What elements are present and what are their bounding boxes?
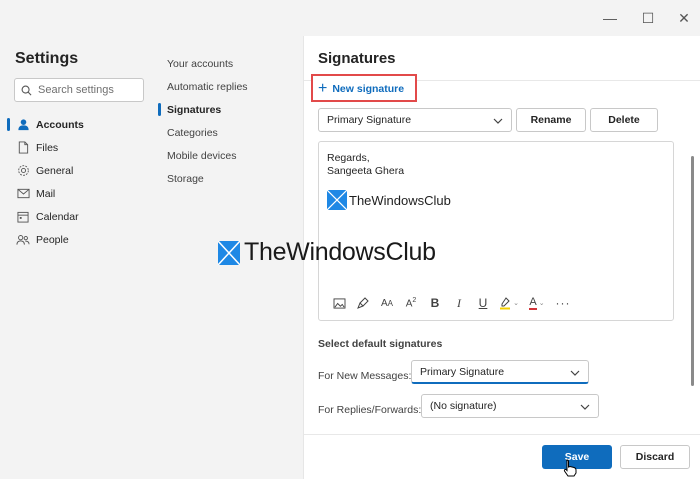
signature-select-value: Primary Signature xyxy=(327,114,412,126)
mail-icon xyxy=(16,187,30,201)
search-icon xyxy=(21,85,32,95)
nav-item-label: Mail xyxy=(36,187,56,200)
footer: Save Discard xyxy=(304,434,700,479)
file-icon xyxy=(16,141,30,155)
font-color-icon: A xyxy=(529,295,537,310)
subnav-categories[interactable]: Categories xyxy=(155,121,303,144)
bold-icon: B xyxy=(430,296,440,310)
nav-item-people[interactable]: People xyxy=(0,228,155,251)
signature-logo: TheWindowsClub xyxy=(327,190,451,210)
italic-button[interactable]: I xyxy=(447,292,471,314)
page-title: Signatures xyxy=(318,50,396,67)
formatting-toolbar: AA A2 B I U ⌄ A ⌄ ··· xyxy=(327,292,575,314)
italic-icon: I xyxy=(457,295,461,310)
highlight-button[interactable]: ⌄ xyxy=(495,292,523,314)
chevron-down-icon xyxy=(580,404,590,410)
bold-button[interactable]: B xyxy=(423,292,447,314)
signature-line-1: Regards, xyxy=(327,152,370,164)
subnav-signatures[interactable]: Signatures xyxy=(155,98,303,121)
windows-logo-icon xyxy=(327,190,347,210)
subnav-automatic-replies[interactable]: Automatic replies xyxy=(155,75,303,98)
cursor-hand-icon xyxy=(563,459,577,477)
plus-icon: + xyxy=(318,80,328,97)
nav-item-general[interactable]: General xyxy=(0,159,155,182)
rename-button[interactable]: Rename xyxy=(516,108,586,132)
replies-value: (No signature) xyxy=(430,400,497,412)
format-painter-button[interactable] xyxy=(351,292,375,314)
scrollbar[interactable] xyxy=(691,156,694,386)
signature-line-2: Sangeeta Ghera xyxy=(327,165,405,177)
logo-text: TheWindowsClub xyxy=(349,192,451,208)
nav-item-calendar[interactable]: Calendar xyxy=(0,205,155,228)
font-size-icon: AA xyxy=(380,297,393,309)
nav-item-label: Files xyxy=(36,141,59,154)
signature-editor[interactable]: Regards, Sangeeta Ghera TheWindowsClub A… xyxy=(318,141,674,321)
default-signatures-heading: Select default signatures xyxy=(318,338,443,350)
underline-icon: U xyxy=(478,296,488,310)
settings-nav: Accounts Files General Mail Calendar Peo… xyxy=(0,113,155,251)
gear-icon xyxy=(16,164,30,178)
new-messages-value: Primary Signature xyxy=(420,365,505,378)
nav-item-label: General xyxy=(36,164,74,177)
signatures-panel: Signatures + New signature Primary Signa… xyxy=(303,36,700,479)
chevron-down-icon xyxy=(570,370,580,376)
new-signature-label: New signature xyxy=(332,83,405,95)
delete-button[interactable]: Delete xyxy=(590,108,658,132)
new-signature-button[interactable]: + New signature xyxy=(318,80,405,97)
save-button[interactable]: Save xyxy=(542,445,612,469)
new-messages-select[interactable]: Primary Signature xyxy=(411,360,589,384)
minimize-button[interactable]: — xyxy=(600,8,620,28)
superscript-button[interactable]: A2 xyxy=(399,292,423,314)
chevron-down-icon: ⌄ xyxy=(513,300,519,307)
more-options-button[interactable]: ··· xyxy=(551,292,575,314)
font-size-button[interactable]: AA xyxy=(375,292,399,314)
accounts-subnav: Your accounts Automatic replies Signatur… xyxy=(155,36,303,479)
paintbrush-icon xyxy=(357,297,369,309)
nav-item-mail[interactable]: Mail xyxy=(0,182,155,205)
font-color-button[interactable]: A ⌄ xyxy=(523,292,551,314)
nav-item-files[interactable]: Files xyxy=(0,136,155,159)
replies-label: For Replies/Forwards: xyxy=(318,404,422,416)
search-input[interactable] xyxy=(38,84,138,96)
highlighter-icon xyxy=(500,296,511,309)
new-messages-label: For New Messages: xyxy=(318,370,412,382)
nav-item-label: People xyxy=(36,233,69,246)
settings-title: Settings xyxy=(15,50,79,67)
subnav-mobile-devices[interactable]: Mobile devices xyxy=(155,144,303,167)
maximize-button[interactable]: ☐ xyxy=(638,8,658,28)
picture-icon xyxy=(333,297,345,309)
replies-select[interactable]: (No signature) xyxy=(421,394,599,418)
nav-item-accounts[interactable]: Accounts xyxy=(0,113,155,136)
people-icon xyxy=(16,233,30,247)
settings-sidebar: Settings Accounts Files General Mail Cal… xyxy=(0,36,155,479)
insert-picture-button[interactable] xyxy=(327,292,351,314)
title-bar: — ☐ ✕ xyxy=(0,0,700,36)
nav-item-label: Accounts xyxy=(36,118,84,131)
more-icon: ··· xyxy=(555,296,571,310)
nav-item-label: Calendar xyxy=(36,210,79,223)
underline-button[interactable]: U xyxy=(471,292,495,314)
calendar-icon xyxy=(16,210,30,224)
chevron-down-icon xyxy=(493,118,503,124)
person-icon xyxy=(16,118,30,132)
subnav-storage[interactable]: Storage xyxy=(155,167,303,190)
search-box[interactable] xyxy=(14,78,144,102)
discard-button[interactable]: Discard xyxy=(620,445,690,469)
chevron-down-icon: ⌄ xyxy=(538,300,545,307)
close-button[interactable]: ✕ xyxy=(674,8,694,28)
superscript-icon: A2 xyxy=(405,296,417,310)
subnav-your-accounts[interactable]: Your accounts xyxy=(155,52,303,75)
signature-select[interactable]: Primary Signature xyxy=(318,108,512,132)
